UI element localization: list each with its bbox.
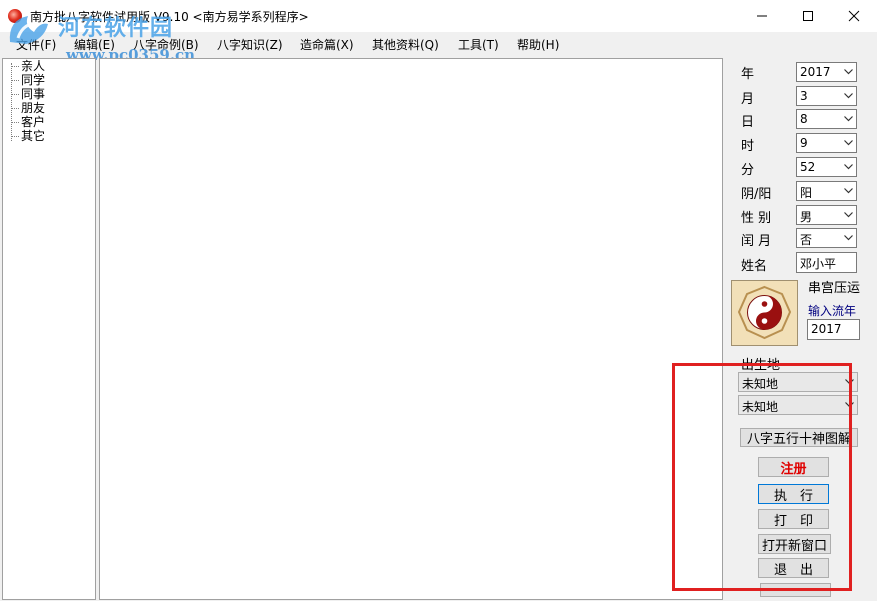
category-tree: 亲人 同学 同事 朋友 客户 其它	[2, 58, 96, 600]
tree-item-others[interactable]: 其它	[11, 129, 45, 143]
app-window: 南方批八字软件试用版 V9.10 <南方易学系列程序> 文件(F) 编辑(E) …	[0, 0, 877, 601]
tree-item-clients[interactable]: 客户	[11, 115, 45, 129]
chevron-down-icon	[840, 110, 856, 128]
palace-label: 串宫压运	[808, 281, 861, 296]
leap-month-select[interactable]: 否	[796, 228, 857, 248]
calendar-label: 阴/阳	[741, 187, 772, 202]
menu-tools[interactable]: 工具(T)	[458, 36, 499, 53]
leap-month-label: 闰 月	[741, 234, 772, 249]
close-button[interactable]	[831, 0, 877, 32]
year-label: 年	[741, 67, 755, 82]
day-label: 日	[741, 115, 755, 130]
yin-yang-icon	[737, 285, 792, 340]
bagua-image[interactable]	[731, 280, 798, 346]
calendar-select[interactable]: 阳	[796, 181, 857, 201]
menu-other-data[interactable]: 其他资料(Q)	[372, 36, 439, 53]
highlight-box	[672, 363, 852, 591]
tree-item-colleagues[interactable]: 同事	[11, 87, 45, 101]
name-label: 姓名	[741, 259, 768, 274]
chevron-down-icon	[840, 229, 856, 247]
chevron-down-icon	[840, 87, 856, 105]
hour-label: 时	[741, 139, 755, 154]
minimize-icon	[757, 15, 767, 17]
gender-label: 性 别	[741, 211, 772, 226]
close-icon	[848, 10, 860, 22]
gender-select[interactable]: 男	[796, 205, 857, 225]
flow-year-input[interactable]: 2017	[807, 319, 860, 340]
minimize-button[interactable]	[739, 0, 785, 32]
name-input[interactable]: 邓小平	[796, 252, 857, 273]
hour-select[interactable]: 9	[796, 133, 857, 153]
tree-item-friends[interactable]: 朋友	[11, 101, 45, 115]
watermark-logo	[9, 16, 48, 44]
watermark-text: 河东软件园	[58, 15, 174, 41]
menu-bazi-knowledge[interactable]: 八字知识(Z)	[217, 36, 283, 53]
year-select[interactable]: 2017	[796, 62, 857, 82]
flow-year-label: 输入流年	[808, 304, 857, 318]
tree-item-family[interactable]: 亲人	[11, 59, 45, 73]
month-label: 月	[741, 92, 755, 107]
main-content-area[interactable]	[99, 58, 723, 600]
chevron-down-icon	[840, 134, 856, 152]
maximize-icon	[803, 11, 813, 21]
chevron-down-icon	[840, 158, 856, 176]
maximize-button[interactable]	[785, 0, 831, 32]
menu-zaoming[interactable]: 造命篇(X)	[300, 36, 354, 53]
day-select[interactable]: 8	[796, 109, 857, 129]
chevron-down-icon	[840, 206, 856, 224]
chevron-down-icon	[840, 182, 856, 200]
month-select[interactable]: 3	[796, 86, 857, 106]
minute-label: 分	[741, 163, 755, 178]
menu-help[interactable]: 帮助(H)	[517, 36, 559, 53]
tree-item-classmates[interactable]: 同学	[11, 73, 45, 87]
chevron-down-icon	[840, 63, 856, 81]
minute-select[interactable]: 52	[796, 157, 857, 177]
